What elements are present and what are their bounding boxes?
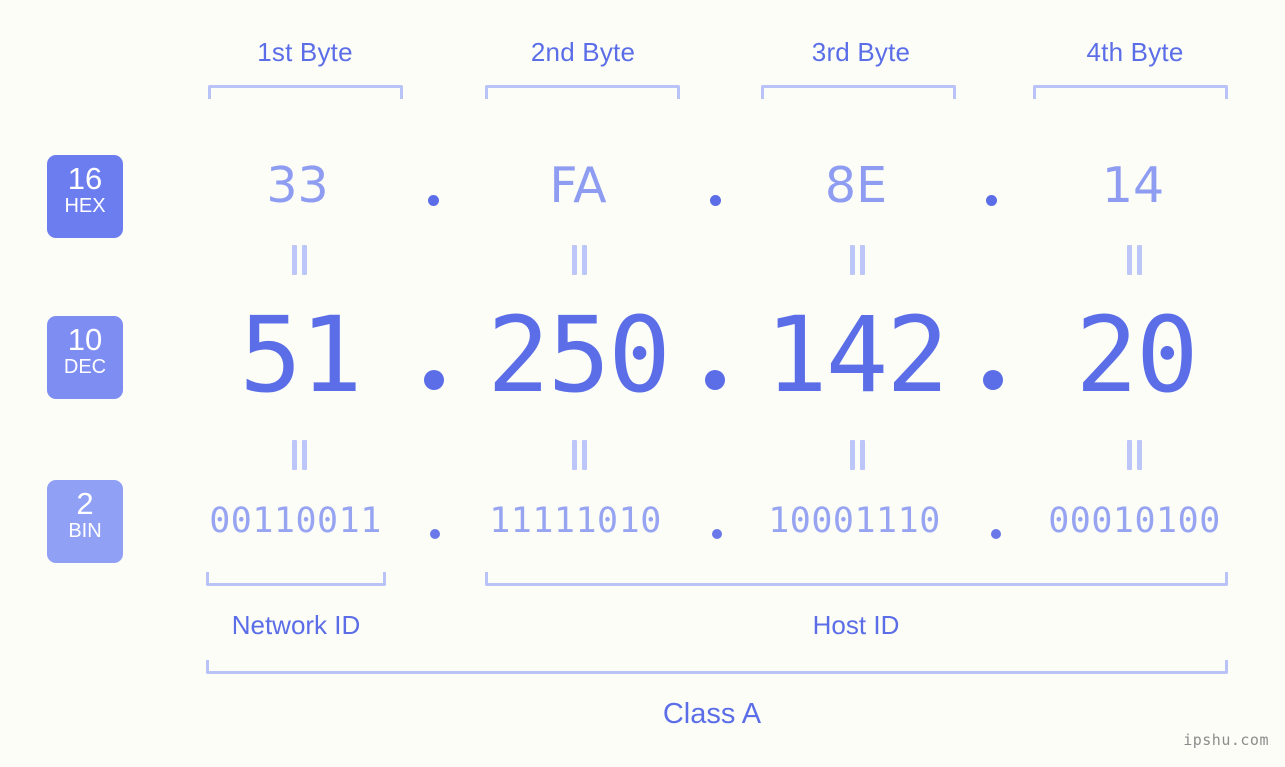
class-bracket <box>206 660 1228 674</box>
equals-icon-dec-bin-1 <box>291 440 309 470</box>
byte-bracket-4 <box>1033 85 1228 99</box>
equals-icon-hex-dec-3 <box>849 245 867 275</box>
decimal-octet-4: 20 <box>1075 294 1198 416</box>
decimal-separator-2 <box>705 370 725 390</box>
host-id-bracket <box>485 572 1228 586</box>
decimal-octet-1: 51 <box>239 294 362 416</box>
hex-separator-2 <box>710 195 721 206</box>
base-badge-bin-number: 2 <box>76 486 94 521</box>
binary-separator-2 <box>712 529 722 539</box>
binary-octet-2: 11111010 <box>489 501 662 541</box>
base-badge-bin-abbr: BIN <box>68 520 102 542</box>
equals-icon-dec-bin-2 <box>571 440 589 470</box>
base-badge-hex: 16 HEX <box>47 155 123 238</box>
hex-octet-3: 8E <box>824 157 888 214</box>
byte-header-4: 4th Byte <box>1086 37 1184 67</box>
host-id-label: Host ID <box>812 610 900 640</box>
class-label: Class A <box>662 698 762 730</box>
byte-bracket-2 <box>485 85 680 99</box>
base-badge-dec-abbr: DEC <box>63 356 107 378</box>
equals-icon-hex-dec-2 <box>571 245 589 275</box>
network-id-bracket <box>206 572 386 586</box>
base-badge-hex-abbr: HEX <box>64 195 106 217</box>
binary-octet-3: 10001110 <box>768 501 941 541</box>
binary-separator-1 <box>430 529 440 539</box>
base-badge-bin: 2 BIN <box>47 480 123 563</box>
binary-octet-4: 00010100 <box>1048 501 1221 541</box>
decimal-octet-3: 142 <box>765 294 949 416</box>
equals-icon-dec-bin-3 <box>849 440 867 470</box>
byte-header-2: 2nd Byte <box>530 37 636 67</box>
hex-separator-1 <box>428 195 439 206</box>
decimal-octet-2: 250 <box>487 294 671 416</box>
base-badge-hex-number: 16 <box>67 161 103 196</box>
site-watermark: ipshu.com <box>1183 731 1269 749</box>
ip-address-breakdown-diagram: 1st Byte 2nd Byte 3rd Byte 4th Byte 16 H… <box>0 0 1285 767</box>
byte-header-1: 1st Byte <box>257 37 353 67</box>
byte-bracket-1 <box>208 85 403 99</box>
base-badge-dec: 10 DEC <box>47 316 123 399</box>
equals-icon-hex-dec-4 <box>1126 245 1144 275</box>
binary-octet-1: 00110011 <box>209 501 382 541</box>
binary-separator-3 <box>991 529 1001 539</box>
byte-bracket-3 <box>761 85 956 99</box>
equals-icon-dec-bin-4 <box>1126 440 1144 470</box>
equals-icon-hex-dec-1 <box>291 245 309 275</box>
byte-header-3: 3rd Byte <box>811 37 911 67</box>
hex-octet-2: FA <box>549 157 607 214</box>
hex-octet-4: 14 <box>1101 157 1165 214</box>
decimal-separator-3 <box>983 370 1003 390</box>
hex-separator-3 <box>986 195 997 206</box>
hex-octet-1: 33 <box>266 157 329 214</box>
network-id-label: Network ID <box>231 610 361 640</box>
base-badge-dec-number: 10 <box>67 322 103 357</box>
decimal-separator-1 <box>424 370 444 390</box>
